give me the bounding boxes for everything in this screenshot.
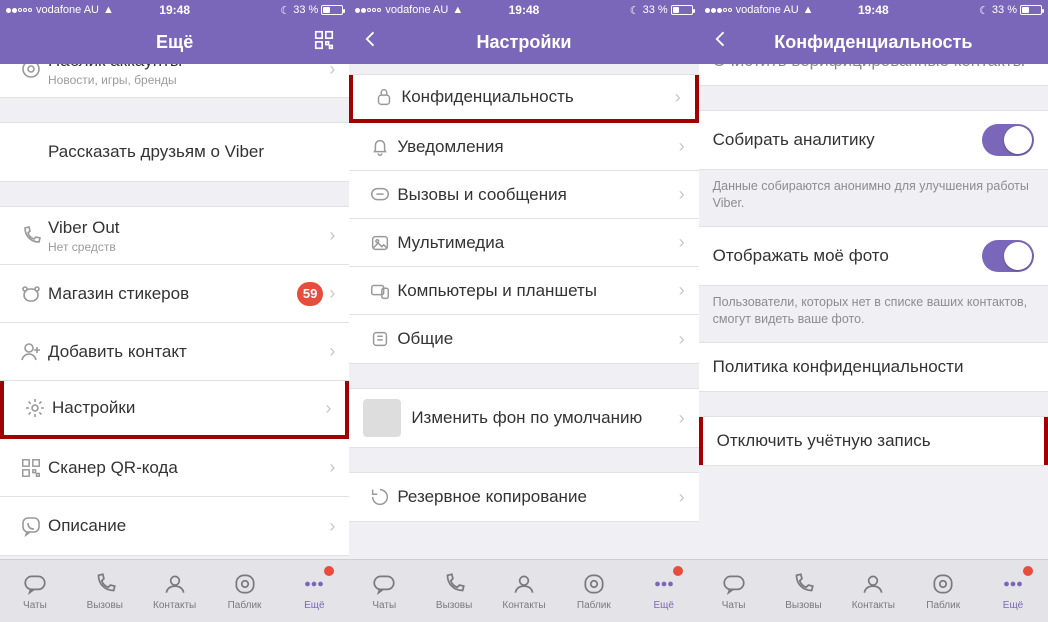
general-row[interactable]: Общие › — [349, 315, 698, 363]
qr-icon — [14, 457, 48, 479]
devices-row[interactable]: Компьютеры и планшеты › — [349, 267, 698, 315]
qr-scanner-row[interactable]: Сканер QR-кода › — [0, 439, 349, 497]
image-icon — [363, 232, 397, 254]
list-item[interactable]: Очистить верифицированные контакты — [699, 64, 1048, 85]
page-title: Ещё — [156, 32, 193, 53]
settings-row[interactable]: Настройки › — [0, 381, 349, 439]
tab-chats[interactable]: Чаты — [699, 560, 769, 622]
page-title: Конфиденциальность — [774, 32, 972, 53]
status-bar: vodafone AU ▲ 19:48 ☾ 33 % — [349, 0, 698, 20]
page-title: Настройки — [477, 32, 572, 53]
wallpaper-thumb — [363, 399, 401, 437]
notifications-row[interactable]: Уведомления › — [349, 123, 698, 171]
chevron-right-icon: › — [679, 329, 685, 350]
tab-bar: Чаты Вызовы Контакты Паблик Ещё — [699, 559, 1048, 622]
devices-icon — [363, 280, 397, 302]
chevron-right-icon: › — [679, 280, 685, 301]
tab-public[interactable]: Паблик — [210, 560, 280, 622]
public-icon — [14, 64, 48, 81]
viber-icon — [14, 514, 48, 538]
phone-icon — [14, 224, 48, 248]
add-contact-row[interactable]: Добавить контакт › — [0, 323, 349, 381]
tab-public[interactable]: Паблик — [559, 560, 629, 622]
chevron-right-icon: › — [329, 516, 335, 537]
chevron-right-icon: › — [675, 87, 681, 108]
chevron-right-icon: › — [679, 136, 685, 157]
sticker-store-row[interactable]: Магазин стикеров 59 › — [0, 265, 349, 323]
adduser-icon — [14, 340, 48, 364]
screen-settings: vodafone AU ▲ 19:48 ☾ 33 % Настройки Кон… — [349, 0, 698, 622]
footer-text: Данные собираются анонимно для улучшения… — [699, 170, 1048, 226]
screen-privacy: vodafone AU ▲ 19:48 ☾ 33 % Конфиденциаль… — [699, 0, 1048, 622]
tab-chats[interactable]: Чаты — [349, 560, 419, 622]
chevron-right-icon: › — [325, 398, 331, 419]
tab-more[interactable]: Ещё — [629, 560, 699, 622]
bell-icon — [363, 136, 397, 158]
badge: 59 — [297, 282, 323, 306]
viber-out-row[interactable]: Viber OutНет средств › — [0, 207, 349, 265]
list-item[interactable]: Паблик аккаунтыНовости, игры, бренды › — [0, 64, 349, 98]
tab-bar: Чаты Вызовы Контакты Паблик Ещё — [0, 559, 349, 622]
tab-calls[interactable]: Вызовы — [419, 560, 489, 622]
chevron-right-icon: › — [329, 64, 335, 80]
general-icon — [363, 328, 397, 350]
tab-chats[interactable]: Чаты — [0, 560, 70, 622]
footer-text: Пользователи, которых нет в списке ваших… — [699, 286, 1048, 342]
privacy-row[interactable]: Конфиденциальность › — [349, 75, 698, 123]
chevron-right-icon: › — [329, 283, 335, 304]
backup-row[interactable]: Резервное копирование › — [349, 473, 698, 521]
back-button[interactable] — [361, 28, 381, 56]
media-row[interactable]: Мультимедиа › — [349, 219, 698, 267]
chevron-right-icon: › — [679, 487, 685, 508]
gear-icon — [18, 396, 52, 420]
chevron-right-icon: › — [329, 341, 335, 362]
nav-bar: Ещё — [0, 20, 349, 64]
bear-icon — [14, 282, 48, 306]
chevron-right-icon: › — [679, 184, 685, 205]
nav-bar: Настройки — [349, 20, 698, 64]
tab-more[interactable]: Ещё — [978, 560, 1048, 622]
qr-icon[interactable] — [313, 29, 335, 56]
deactivate-account-row[interactable]: Отключить учётную запись — [699, 417, 1048, 465]
toggle-switch[interactable] — [982, 240, 1034, 272]
analytics-row[interactable]: Собирать аналитику — [699, 111, 1048, 169]
tab-calls[interactable]: Вызовы — [769, 560, 839, 622]
chevron-right-icon: › — [679, 408, 685, 429]
screen-more: vodafone AU ▲ 19:48 ☾ 33 % Ещё Паблик ак… — [0, 0, 349, 622]
lock-icon — [367, 86, 401, 108]
toggle-switch[interactable] — [982, 124, 1034, 156]
tell-friends-row[interactable]: Рассказать друзьям о Viber — [0, 123, 349, 181]
backup-icon — [363, 486, 397, 508]
tab-contacts[interactable]: Контакты — [838, 560, 908, 622]
calls-messages-row[interactable]: Вызовы и сообщения › — [349, 171, 698, 219]
back-button[interactable] — [711, 28, 731, 56]
wallpaper-row[interactable]: Изменить фон по умолчанию › — [349, 389, 698, 447]
chevron-right-icon: › — [329, 457, 335, 478]
tab-more[interactable]: Ещё — [279, 560, 349, 622]
tab-public[interactable]: Паблик — [908, 560, 978, 622]
tab-bar: Чаты Вызовы Контакты Паблик Ещё — [349, 559, 698, 622]
nav-bar: Конфиденциальность — [699, 20, 1048, 64]
chevron-right-icon: › — [679, 232, 685, 253]
status-bar: vodafone AU ▲ 19:48 ☾ 33 % — [699, 0, 1048, 20]
chat-icon — [363, 184, 397, 206]
privacy-policy-row[interactable]: Политика конфиденциальности — [699, 343, 1048, 391]
about-row[interactable]: Описание › — [0, 497, 349, 555]
tab-calls[interactable]: Вызовы — [70, 560, 140, 622]
tab-contacts[interactable]: Контакты — [140, 560, 210, 622]
chevron-right-icon: › — [329, 225, 335, 246]
tab-contacts[interactable]: Контакты — [489, 560, 559, 622]
show-photo-row[interactable]: Отображать моё фото — [699, 227, 1048, 285]
status-bar: vodafone AU ▲ 19:48 ☾ 33 % — [0, 0, 349, 20]
